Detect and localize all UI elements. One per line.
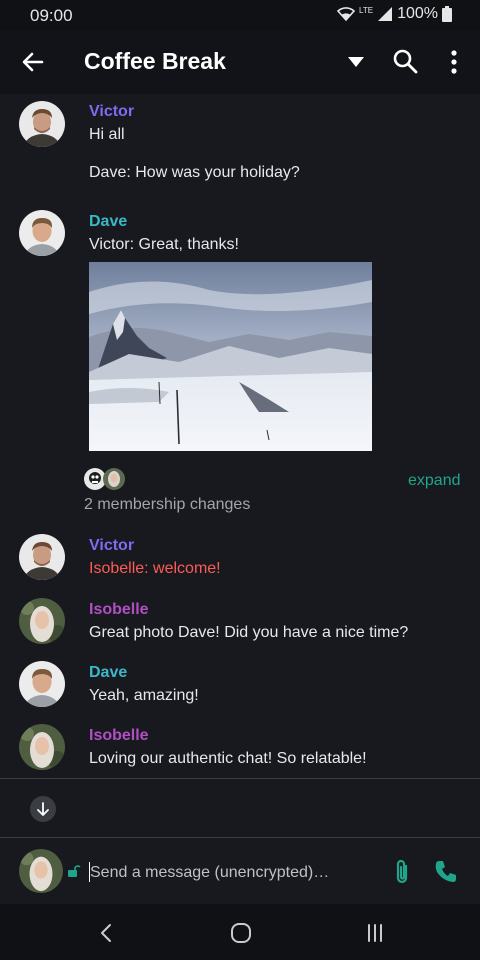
sender-name[interactable]: Victor (89, 537, 134, 555)
expand-link[interactable]: expand (408, 472, 461, 490)
back-arrow-icon[interactable] (18, 47, 48, 77)
shared-photo[interactable] (89, 262, 372, 451)
more-icon[interactable] (444, 48, 464, 76)
avatar-victor[interactable] (19, 101, 65, 147)
message-input[interactable]: Send a message (unencrypted)… (90, 864, 329, 882)
system-nav-bar (0, 904, 480, 960)
battery-icon (442, 6, 452, 22)
message-body: Great photo Dave! Did you have a nice ti… (89, 624, 409, 641)
my-avatar[interactable] (19, 849, 63, 893)
message-body: Victor: Great, thanks! (89, 236, 239, 253)
avatar-victor[interactable] (19, 534, 65, 580)
unlocked-icon (68, 865, 81, 877)
app-bar: Coffee Break (0, 30, 480, 94)
nav-recents-icon[interactable] (362, 920, 388, 946)
sender-name[interactable]: Isobelle (89, 727, 149, 745)
timeline-divider (0, 778, 480, 779)
status-bar: 09:00 LTE 100% (0, 0, 480, 30)
message-body: Yeah, amazing! (89, 687, 199, 704)
signal-icon (378, 7, 393, 21)
phone-icon[interactable] (433, 858, 459, 884)
avatar-isobelle[interactable] (19, 724, 65, 770)
avatar-isobelle[interactable] (19, 598, 65, 644)
attachment-icon[interactable] (390, 858, 414, 886)
wifi-icon (337, 7, 355, 21)
battery-level: 100% (397, 5, 438, 22)
message-body: Isobelle: welcome! (89, 560, 221, 577)
message-body: Loving our authentic chat! So relatable! (89, 750, 367, 767)
avatar-dave[interactable] (19, 661, 65, 707)
message-composer: Send a message (unencrypted)… (0, 838, 480, 904)
message-timeline[interactable]: Victor Hi all Dave: How was your holiday… (0, 94, 480, 778)
sender-name[interactable]: Dave (89, 664, 127, 682)
member-avatar[interactable] (103, 468, 125, 490)
nav-back-icon[interactable] (94, 920, 120, 946)
search-icon[interactable] (392, 48, 418, 74)
message-body: Hi all (89, 126, 125, 143)
status-time: 09:00 (30, 6, 73, 25)
sender-name[interactable]: Victor (89, 103, 134, 121)
sender-name[interactable]: Dave (89, 213, 127, 231)
arrow-down-icon (37, 802, 49, 816)
network-label: LTE (359, 5, 374, 15)
jump-to-bottom-button[interactable] (30, 796, 56, 822)
avatar-dave[interactable] (19, 210, 65, 256)
status-icons: LTE 100% (337, 5, 452, 23)
dropdown-icon[interactable] (348, 57, 364, 67)
sender-name[interactable]: Isobelle (89, 601, 149, 619)
room-title[interactable]: Coffee Break (84, 48, 226, 75)
membership-summary: 2 membership changes (84, 496, 251, 513)
message-body: Dave: How was your holiday? (89, 164, 300, 181)
nav-home-icon[interactable] (228, 920, 254, 946)
